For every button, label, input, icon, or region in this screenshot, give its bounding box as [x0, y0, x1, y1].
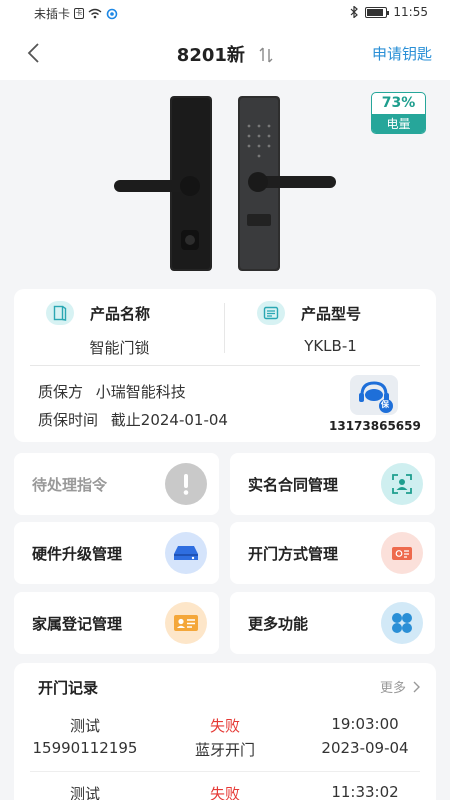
product-model-value: YKLB-1 [304, 337, 357, 355]
record-user-phone: 15990112195 [32, 739, 138, 757]
more-functions-label: 更多功能 [248, 615, 309, 633]
warranty-party-value: 小瑞智能科技 [95, 383, 186, 401]
warranty-time-label: 质保时间 [38, 411, 99, 429]
record-user-name: 测试 [69, 785, 100, 800]
realname-contract-tile[interactable]: 实名合同管理 [230, 453, 435, 515]
more-functions-tile[interactable]: 更多功能 [230, 592, 435, 654]
exclamation-icon [165, 463, 207, 505]
product-name-value: 智能门锁 [89, 339, 150, 357]
carrier-text: 未插卡 [34, 7, 71, 21]
product-model-label: 产品型号 [301, 304, 362, 323]
chevron-right-icon [413, 681, 420, 692]
sim-icon: 卡 [74, 8, 85, 19]
apply-key-link[interactable]: 申请钥匙 [372, 43, 432, 64]
records-more-link[interactable]: 更多 [380, 677, 420, 696]
battery-percent: 73% [381, 95, 416, 111]
divider [30, 771, 420, 772]
hardware-drive-icon [165, 532, 207, 574]
pending-commands-label: 待处理指令 [32, 476, 108, 494]
nav-bar: 8201新 申请钥匙 [0, 26, 450, 80]
grid-apps-icon [381, 602, 423, 644]
record-date: 2023-09-04 [321, 739, 409, 757]
product-name-section: 产品名称 智能门锁 [14, 289, 225, 363]
firmware-upgrade-tile[interactable]: 硬件升级管理 [14, 522, 219, 584]
unlock-methods-tile[interactable]: 开门方式管理 [230, 522, 435, 584]
customer-service-icon [359, 381, 393, 413]
record-status: 失败 [209, 785, 240, 800]
battery-label: 电量 [372, 114, 425, 133]
record-method: 蓝牙开门 [194, 741, 255, 759]
record-time: 19:03:00 [331, 715, 399, 733]
card-unlock-icon [381, 532, 423, 574]
record-status: 失败 [209, 717, 240, 735]
battery-level-badge: 73% 电量 [371, 92, 426, 134]
unlock-records-card: 开门记录 更多 测试 15990112195 失败 蓝牙开门 19:03:00 … [14, 663, 436, 800]
switch-device-icon[interactable] [259, 47, 273, 63]
product-info-card: 产品名称 智能门锁 产品型号 YKLB-1 质保方 小瑞智能科技 质保时间 截止… [14, 289, 436, 442]
id-card-icon [165, 602, 207, 644]
product-name-icon [46, 301, 74, 325]
record-row[interactable]: 测试 失败 11:33:02 [14, 783, 436, 800]
product-model-icon [257, 301, 285, 325]
family-registration-tile[interactable]: 家属登记管理 [14, 592, 219, 654]
record-row[interactable]: 测试 15990112195 失败 蓝牙开门 19:03:00 2023-09-… [14, 715, 436, 765]
product-name-label: 产品名称 [90, 304, 151, 323]
warranty-party-row: 质保方 小瑞智能科技 [38, 381, 186, 402]
divider [30, 365, 420, 366]
family-registration-label: 家属登记管理 [32, 615, 123, 633]
records-more-label: 更多 [379, 681, 406, 696]
clock-text: 11:55 [393, 5, 428, 19]
status-bar: 未插卡 卡 11:55 [0, 0, 450, 26]
product-model-section: 产品型号 YKLB-1 [225, 289, 436, 363]
record-user-name: 测试 [69, 717, 100, 735]
sync-icon [106, 8, 118, 19]
face-scan-icon [381, 463, 423, 505]
records-title: 开门记录 [38, 679, 99, 697]
customer-service-button[interactable]: 保 [350, 375, 398, 415]
bluetooth-icon [350, 6, 359, 18]
wifi-icon [88, 8, 102, 19]
service-badge-text: 保 [381, 400, 389, 409]
service-phone[interactable]: 13173865659 [329, 419, 421, 433]
realname-contract-label: 实名合同管理 [248, 476, 339, 494]
page-title: 8201新 [176, 45, 245, 66]
record-time: 11:33:02 [331, 783, 399, 800]
warranty-party-label: 质保方 [38, 383, 84, 401]
warranty-time-value: 截止2024-01-04 [110, 411, 228, 429]
warranty-time-row: 质保时间 截止2024-01-04 [38, 409, 228, 430]
unlock-methods-label: 开门方式管理 [248, 545, 339, 563]
firmware-upgrade-label: 硬件升级管理 [32, 545, 123, 563]
product-image-area: 73% 电量 [0, 80, 450, 286]
battery-icon [365, 6, 390, 18]
pending-commands-tile[interactable]: 待处理指令 [14, 453, 219, 515]
